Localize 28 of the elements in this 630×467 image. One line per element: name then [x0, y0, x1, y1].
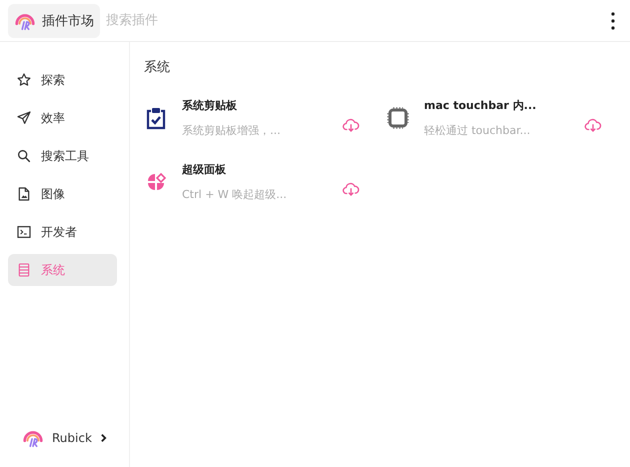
section-title: 系统 [144, 59, 171, 76]
sidebar-item[interactable]: 搜索工具 [8, 140, 117, 172]
plugin-name[interactable]: mac touchbar 内... [424, 98, 584, 113]
sidebar-item[interactable]: 图像 [8, 178, 117, 210]
search-field[interactable]: 搜索插件 [106, 13, 604, 28]
terminal-icon [16, 224, 32, 240]
account-link[interactable]: Rubick [52, 431, 92, 445]
list-icon [16, 262, 32, 278]
more-icon[interactable] [610, 10, 616, 30]
cloud-download-icon[interactable] [342, 116, 360, 134]
plugin-name[interactable]: 超级面板 [182, 162, 342, 177]
cloud-download-icon[interactable] [342, 180, 360, 198]
sidebar-item[interactable]: 效率 [8, 102, 117, 134]
plugin-description: 轻松通过 touchbar... [424, 123, 532, 138]
chevron-right-icon [100, 433, 107, 443]
image-file-icon [16, 186, 32, 202]
star-icon [16, 72, 32, 88]
market-tab[interactable]: 插件市场 [8, 4, 100, 38]
search-icon [16, 148, 32, 164]
send-icon [16, 110, 32, 126]
cloud-download-icon[interactable] [584, 116, 602, 134]
plugin-name[interactable]: 系统剪贴板 [182, 98, 342, 113]
sidebar-item[interactable]: 探索 [8, 64, 117, 96]
sidebar-item[interactable]: 开发者 [8, 216, 117, 248]
clipboard-check-icon [144, 106, 168, 130]
plugin-description: 系统剪贴板增强，... [182, 123, 282, 138]
chip-icon [386, 106, 410, 130]
plugin-description: Ctrl + W 唤起超级... [182, 187, 288, 202]
